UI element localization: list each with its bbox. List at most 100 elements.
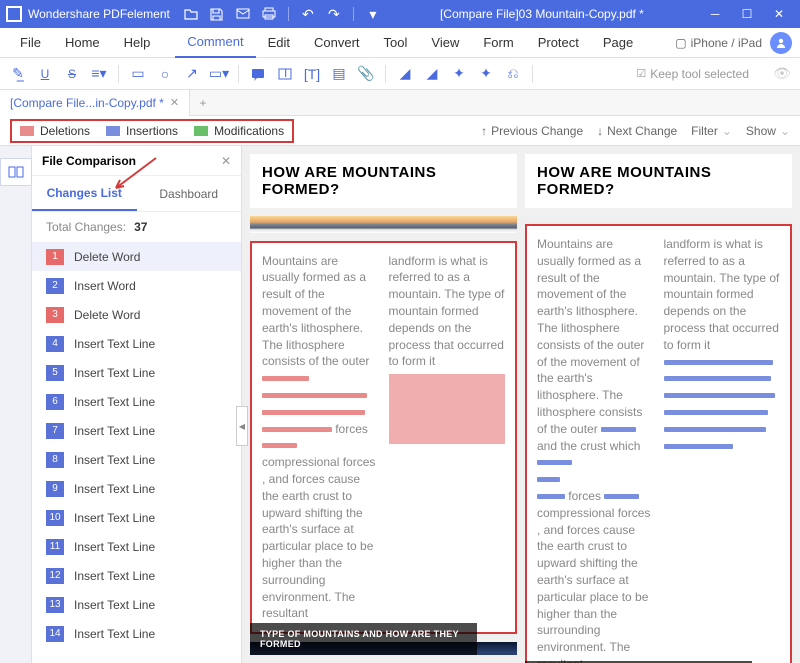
legend-modifications: Modifications <box>194 124 284 138</box>
change-item[interactable]: 14Insert Text Line <box>32 619 241 648</box>
document-tab[interactable]: [Compare File...in-Copy.pdf * ✕ <box>0 90 190 116</box>
strikethrough-icon[interactable]: S <box>60 62 84 86</box>
menu-view[interactable]: View <box>419 28 471 58</box>
eraser2-icon[interactable]: ◢ <box>420 62 444 86</box>
change-number: 10 <box>46 510 64 526</box>
tab-changes-list[interactable]: Changes List <box>32 176 137 211</box>
change-number: 13 <box>46 597 64 613</box>
close-button[interactable]: ✕ <box>764 0 794 28</box>
change-item[interactable]: 11Insert Text Line <box>32 532 241 561</box>
change-item[interactable]: 6Insert Text Line <box>32 387 241 416</box>
maximize-button[interactable]: ☐ <box>732 0 762 28</box>
next-change-button[interactable]: ↓ Next Change <box>597 124 677 138</box>
change-number: 8 <box>46 452 64 468</box>
change-item[interactable]: 4Insert Text Line <box>32 329 241 358</box>
textbox-icon[interactable]: T <box>273 62 297 86</box>
text-block-highlighted: Mountains are usually formed as a result… <box>250 241 517 635</box>
typewriter-icon[interactable]: [T] <box>300 62 324 86</box>
attachment-icon[interactable]: 📎 <box>354 62 378 86</box>
rect-shape-icon[interactable]: ▭ <box>126 62 150 86</box>
keep-tool-toggle[interactable]: ☑ Keep tool selected <box>636 67 749 81</box>
more-shapes-icon[interactable]: ▭▾ <box>207 62 231 86</box>
menu-comment[interactable]: Comment <box>175 28 255 58</box>
add-tab-button[interactable]: + <box>190 96 216 110</box>
change-item[interactable]: 1Delete Word <box>32 242 241 271</box>
doc-heading: HOW ARE MOUNTAINS FORMED? <box>250 154 517 208</box>
change-label: Insert Text Line <box>74 511 155 525</box>
change-label: Insert Text Line <box>74 337 155 351</box>
undo-icon[interactable]: ↶ <box>297 3 319 25</box>
menu-page[interactable]: Page <box>591 28 645 58</box>
change-item[interactable]: 13Insert Text Line <box>32 590 241 619</box>
right-doc: HOW ARE MOUNTAINS FORMED? Mountains are … <box>525 154 792 655</box>
iphone-ipad-button[interactable]: ▢ iPhone / iPad <box>675 36 762 50</box>
panel-title: File Comparison <box>42 154 136 168</box>
arrow-shape-icon[interactable]: ↗ <box>180 62 204 86</box>
panel-close-icon[interactable]: ✕ <box>221 154 231 168</box>
menu-file[interactable]: File <box>8 28 53 58</box>
filter-dropdown[interactable]: Filter ⌄ <box>691 124 732 138</box>
app-name: Wondershare PDFelement <box>28 7 170 21</box>
visibility-icon[interactable]: 👁 <box>770 62 794 86</box>
menu-edit[interactable]: Edit <box>256 28 302 58</box>
stamp2-icon[interactable]: ✦ <box>474 62 498 86</box>
change-item[interactable]: 9 Insert Text Line <box>32 474 241 503</box>
tab-dashboard[interactable]: Dashboard <box>137 176 242 211</box>
change-number: 9 <box>46 481 64 497</box>
change-number: 6 <box>46 394 64 410</box>
mountain-image <box>250 216 517 233</box>
underline-icon[interactable]: U <box>33 62 57 86</box>
show-dropdown[interactable]: Show ⌄ <box>746 124 790 138</box>
split-handle[interactable]: ◀ <box>236 406 248 446</box>
circle-shape-icon[interactable]: ○ <box>153 62 177 86</box>
change-item[interactable]: 5Insert Text Line <box>32 358 241 387</box>
menu-home[interactable]: Home <box>53 28 112 58</box>
change-item[interactable]: 12 Insert Text Line <box>32 561 241 590</box>
menu-convert[interactable]: Convert <box>302 28 372 58</box>
mail-icon[interactable] <box>232 3 254 25</box>
tab-close-icon[interactable]: ✕ <box>170 96 179 109</box>
change-label: Insert Text Line <box>74 453 155 467</box>
highlighter-icon[interactable]: ✎̲ <box>6 62 30 86</box>
eraser1-icon[interactable]: ◢ <box>393 62 417 86</box>
change-number: 14 <box>46 626 64 642</box>
changes-list[interactable]: 1Delete Word2Insert Word 3 Delete Word 4Ins… <box>32 242 241 663</box>
save-icon[interactable] <box>206 3 228 25</box>
note-icon[interactable] <box>246 62 270 86</box>
change-item[interactable]: 2Insert Word <box>32 271 241 300</box>
change-item[interactable]: 3 Delete Word <box>32 300 241 329</box>
menu-help[interactable]: Help <box>112 28 163 58</box>
document-title: [Compare File]03 Mountain-Copy.pdf * <box>384 7 700 21</box>
change-number: 7 <box>46 423 64 439</box>
menu-protect[interactable]: Protect <box>526 28 591 58</box>
prev-change-button[interactable]: ↑ Previous Change <box>481 124 583 138</box>
legend-insertions: Insertions <box>106 124 178 138</box>
section-label: TYPE OF MOUNTAINS AND HOW ARE THEY FORME… <box>250 623 477 655</box>
change-number: 12 <box>46 568 64 584</box>
callout-icon[interactable]: ▤ <box>327 62 351 86</box>
main-area: File Comparison ✕ Changes List Dashboard… <box>0 146 800 663</box>
minimize-button[interactable]: ─ <box>700 0 730 28</box>
dropdown-icon[interactable]: ▾ <box>362 3 384 25</box>
change-item[interactable]: 10 Insert Text Line <box>32 503 241 532</box>
redo-icon[interactable]: ↷ <box>323 3 345 25</box>
menu-form[interactable]: Form <box>471 28 525 58</box>
user-avatar[interactable] <box>770 32 792 54</box>
change-number: 3 <box>46 307 64 323</box>
change-label: Insert Text Line <box>74 482 155 496</box>
tab-label: [Compare File...in-Copy.pdf * <box>10 96 164 110</box>
format-toolbar: ✎̲ U S ≡▾ ▭ ○ ↗ ▭▾ T [T] ▤ 📎 ◢ ◢ ✦ ✦ ⎌ ☑… <box>0 58 800 90</box>
print-icon[interactable] <box>258 3 280 25</box>
stamp3-icon[interactable]: ⎌ <box>501 62 525 86</box>
open-icon[interactable] <box>180 3 202 25</box>
change-item[interactable]: 7Insert Text Line <box>32 416 241 445</box>
change-item[interactable]: 8 Insert Text Line <box>32 445 241 474</box>
change-label: Insert Text Line <box>74 569 155 583</box>
change-label: Delete Word <box>74 308 140 322</box>
compare-panel-icon[interactable] <box>0 158 32 186</box>
menu-tool[interactable]: Tool <box>372 28 420 58</box>
list-icon[interactable]: ≡▾ <box>87 62 111 86</box>
stamp1-icon[interactable]: ✦ <box>447 62 471 86</box>
change-number: 1 <box>46 249 64 265</box>
svg-text:T: T <box>282 68 290 80</box>
